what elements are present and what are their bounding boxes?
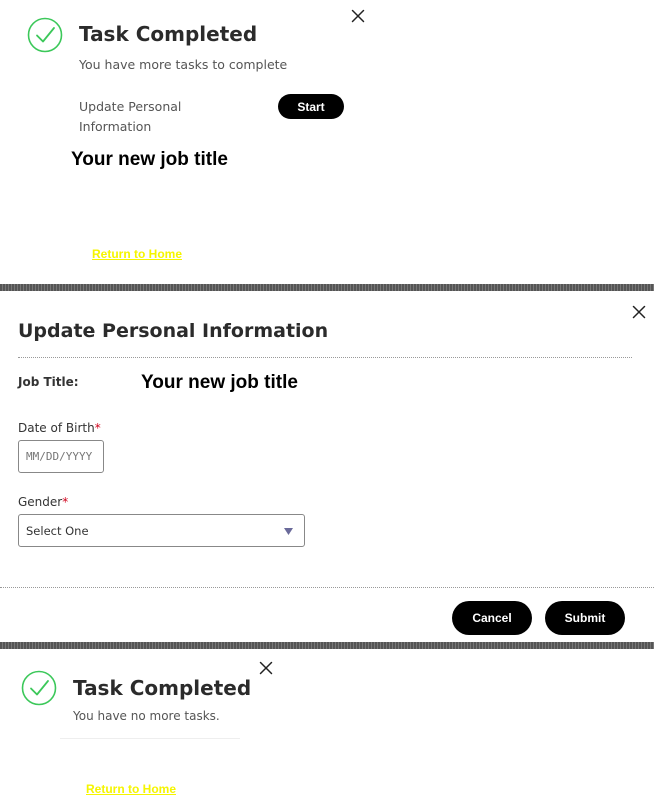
close-icon[interactable] — [351, 9, 365, 23]
gender-select[interactable]: Select One — [18, 514, 305, 547]
return-to-home-link[interactable]: Return to Home — [86, 782, 176, 796]
required-marker: * — [62, 495, 69, 509]
task-completed-title: Task Completed — [79, 22, 258, 46]
check-circle-icon — [27, 17, 63, 53]
task-completed-subtitle: You have no more tasks. — [73, 709, 220, 723]
gender-label-text: Gender — [18, 495, 63, 509]
task-item-label-line2: Information — [79, 119, 152, 134]
close-icon[interactable] — [632, 305, 646, 319]
submit-button[interactable]: Submit — [545, 601, 625, 635]
chevron-down-icon — [284, 528, 293, 535]
task-item-label: Update Personal Information — [79, 97, 181, 137]
modal-footer-divider — [0, 587, 654, 588]
task-completed-title: Task Completed — [73, 676, 252, 700]
dob-label-text: Date of Birth — [18, 421, 95, 435]
section-divider — [0, 284, 654, 291]
dob-label: Date of Birth* — [18, 421, 101, 435]
modal-title: Update Personal Information — [18, 320, 329, 342]
close-icon[interactable] — [259, 661, 273, 675]
check-circle-icon — [21, 670, 57, 706]
modal-header-divider — [18, 357, 632, 358]
panel-divider — [60, 738, 240, 739]
job-title-value: Your new job title — [141, 372, 298, 393]
gender-selected-value: Select One — [26, 523, 89, 538]
dob-input[interactable] — [18, 440, 104, 473]
task-item-label-line1: Update Personal — [79, 99, 182, 114]
return-to-home-link[interactable]: Return to Home — [92, 247, 182, 261]
required-marker: * — [94, 421, 101, 435]
start-button[interactable]: Start — [278, 94, 344, 119]
task-completed-subtitle: You have more tasks to complete — [79, 57, 288, 72]
cancel-button[interactable]: Cancel — [452, 601, 532, 635]
gender-label: Gender* — [18, 495, 68, 509]
job-title-text: Your new job title — [71, 149, 228, 170]
job-title-label: Job Title: — [18, 375, 79, 389]
section-divider — [0, 642, 654, 649]
